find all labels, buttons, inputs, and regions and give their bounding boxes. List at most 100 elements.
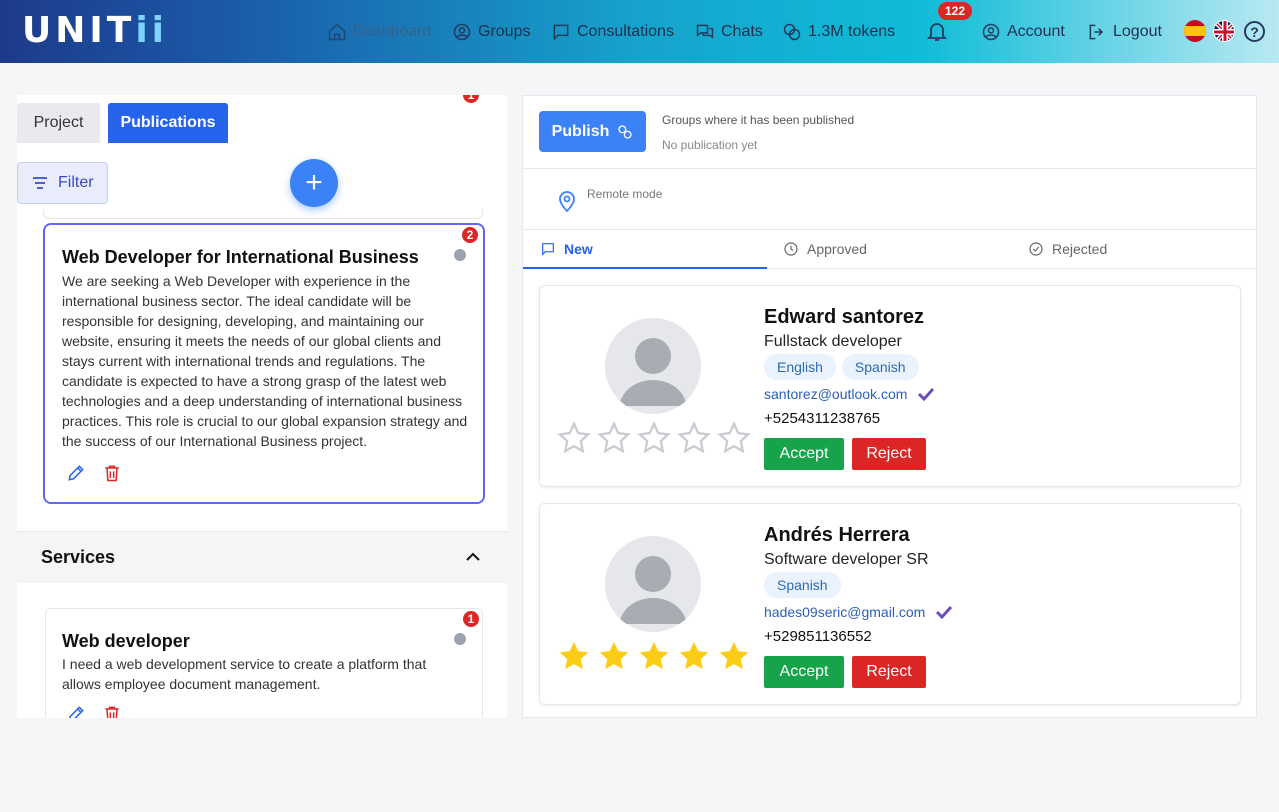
- divider: [523, 168, 1256, 169]
- filter-button[interactable]: Filter: [17, 162, 108, 204]
- candidate-card: Edward santorez Fullstack developer Engl…: [539, 285, 1241, 487]
- avatar: [605, 318, 701, 414]
- publications-count-badge: 1: [461, 95, 481, 105]
- notifications-count-badge: 122: [938, 2, 973, 20]
- link-icon: [618, 124, 633, 139]
- star-icon[interactable]: [677, 639, 711, 673]
- uk-flag-icon[interactable]: [1213, 20, 1235, 42]
- tab-project[interactable]: Project: [17, 103, 100, 143]
- tab-approved[interactable]: Approved: [783, 229, 867, 269]
- candidate-email-text: santorez@outlook.com: [764, 386, 908, 402]
- service-card[interactable]: Web developer 1 I need a web development…: [45, 608, 483, 718]
- verified-check-icon: [918, 387, 935, 401]
- right-panel: Publish Groups where it has been publish…: [522, 95, 1257, 718]
- account-icon: [982, 23, 1000, 40]
- nav-chats[interactable]: Chats: [695, 0, 763, 63]
- nav-consultations[interactable]: Consultations: [551, 0, 674, 63]
- candidate-role: Fullstack developer: [764, 333, 902, 350]
- candidate-phone: +529851136552: [764, 628, 872, 645]
- trash-icon[interactable]: [102, 704, 122, 718]
- chats-icon: [696, 24, 714, 38]
- star-icon[interactable]: [637, 639, 671, 673]
- coins-icon: [783, 23, 801, 40]
- candidate-name[interactable]: Edward santorez: [764, 306, 924, 329]
- tab-new-label: New: [564, 241, 593, 257]
- publication-card[interactable]: Web Developer for International Business…: [43, 223, 485, 504]
- tab-approved-label: Approved: [807, 241, 867, 257]
- clock-icon: [784, 242, 798, 256]
- language-tag: Spanish: [841, 354, 919, 380]
- chevron-up-icon[interactable]: [465, 551, 481, 563]
- notifications-button[interactable]: [925, 19, 949, 48]
- service-applicants-badge: 1: [461, 609, 481, 629]
- trash-icon[interactable]: [102, 463, 122, 483]
- nav-dashboard[interactable]: Dashboard: [327, 0, 431, 63]
- edit-pencil-icon[interactable]: [66, 463, 86, 483]
- status-dot: [454, 633, 466, 645]
- user-circle-icon: [453, 23, 471, 40]
- accept-button[interactable]: Accept: [764, 438, 844, 470]
- candidate-phone: +5254311238765: [764, 410, 881, 427]
- rating-stars[interactable]: [557, 421, 751, 455]
- star-icon[interactable]: [597, 421, 631, 455]
- status-dot: [454, 249, 466, 261]
- service-description: I need a web development service to crea…: [62, 656, 427, 692]
- filter-lines-icon: [33, 177, 47, 189]
- services-heading: Services: [41, 547, 116, 567]
- star-icon[interactable]: [597, 639, 631, 673]
- publish-label: Publish: [551, 122, 610, 140]
- avatar: [605, 536, 701, 632]
- publication-applicants-badge: 2: [460, 225, 480, 245]
- add-publication-button[interactable]: +: [290, 159, 338, 207]
- star-icon[interactable]: [557, 421, 591, 455]
- nav-account[interactable]: Account: [981, 0, 1065, 63]
- candidate-card: Andrés Herrera Software developer SR Spa…: [539, 503, 1241, 705]
- language-tags: Spanish: [764, 572, 841, 598]
- nav-groups-label: Groups: [478, 22, 531, 40]
- nav-logout[interactable]: Logout: [1087, 0, 1162, 63]
- logout-icon: [1089, 24, 1104, 39]
- star-icon[interactable]: [717, 421, 751, 455]
- nav-tokens[interactable]: 1.3M tokens: [782, 0, 895, 63]
- nav-groups[interactable]: Groups: [452, 0, 530, 63]
- nav-logout-label: Logout: [1113, 22, 1162, 40]
- bell-icon: [926, 23, 948, 41]
- tab-publications[interactable]: Publications: [108, 103, 228, 143]
- publication-title: Web Developer for International Business: [62, 247, 419, 267]
- star-icon[interactable]: [637, 421, 671, 455]
- left-panel: Project Publications 1 Filter + Web Deve…: [17, 95, 507, 718]
- nav-consultations-label: Consultations: [577, 22, 674, 40]
- language-tag: English: [764, 354, 836, 380]
- star-icon[interactable]: [717, 639, 751, 673]
- edit-pencil-icon[interactable]: [66, 704, 86, 718]
- reject-button[interactable]: Reject: [852, 438, 926, 470]
- no-publication-text: No publication yet: [662, 138, 758, 152]
- services-section-header[interactable]: Services: [17, 531, 507, 583]
- candidate-email[interactable]: santorez@outlook.com: [764, 386, 935, 402]
- candidate-tabs: New Approved Rejected: [523, 229, 1256, 269]
- verified-check-icon: [936, 605, 953, 619]
- candidate-role: Software developer SR: [764, 551, 929, 568]
- top-bar: UNITii Dashboard Groups Consultations Ch…: [0, 0, 1279, 63]
- remote-mode-text: Remote mode: [587, 187, 663, 201]
- home-icon: [328, 22, 346, 40]
- candidate-name[interactable]: Andrés Herrera: [764, 524, 910, 547]
- nav-account-label: Account: [1007, 22, 1065, 40]
- tab-rejected[interactable]: Rejected: [1028, 229, 1107, 269]
- service-title: Web developer: [62, 631, 190, 651]
- app-logo[interactable]: UNITii: [22, 10, 168, 51]
- nav-chats-label: Chats: [721, 22, 763, 40]
- published-groups-label: Groups where it has been published: [662, 113, 855, 127]
- spanish-flag-icon[interactable]: [1184, 20, 1206, 42]
- help-icon[interactable]: ?: [1244, 21, 1265, 42]
- star-icon[interactable]: [557, 639, 591, 673]
- active-tab-indicator: [523, 267, 767, 269]
- publish-button[interactable]: Publish: [539, 111, 646, 152]
- reject-button[interactable]: Reject: [852, 656, 926, 688]
- candidate-email[interactable]: hades09seric@gmail.com: [764, 604, 953, 620]
- rating-stars[interactable]: [557, 639, 751, 673]
- nav-dashboard-label: Dashboard: [353, 22, 432, 40]
- star-icon[interactable]: [677, 421, 711, 455]
- tab-new[interactable]: New: [540, 229, 593, 269]
- accept-button[interactable]: Accept: [764, 656, 844, 688]
